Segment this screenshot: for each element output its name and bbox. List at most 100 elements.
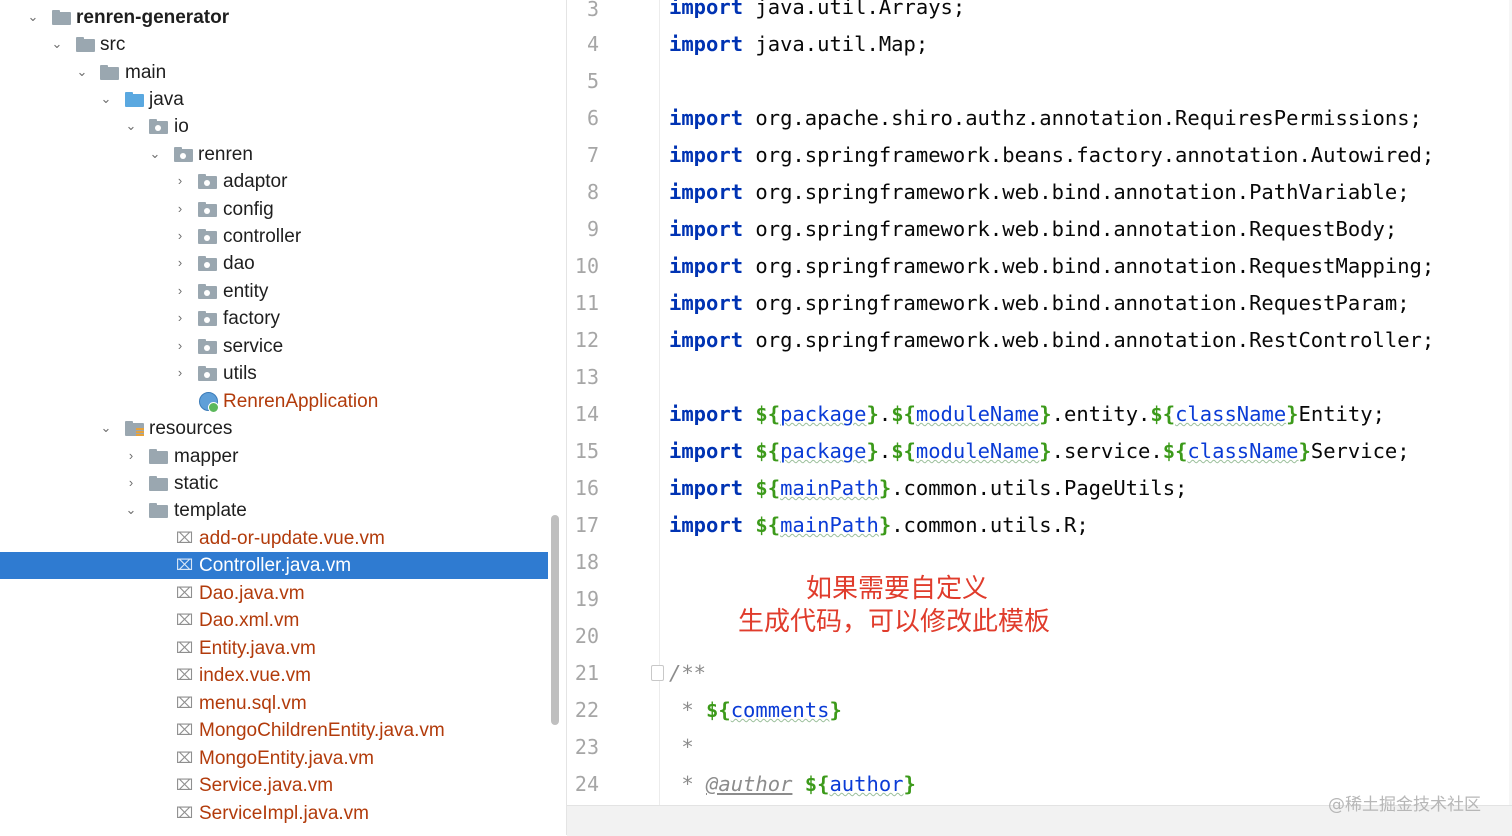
tree-label-root: renren-generator bbox=[76, 7, 230, 28]
code-line[interactable]: import ${mainPath}.common.utils.PageUtil… bbox=[669, 473, 1187, 503]
template-delimiter: ${ bbox=[706, 698, 731, 722]
code-line[interactable]: import ${package}.${moduleName}.service.… bbox=[669, 436, 1410, 466]
tree-row-file[interactable]: ⌧ MongoChildrenEntity.java.vm bbox=[0, 717, 548, 744]
tree-row-file[interactable]: ⌧ ServiceImpl.java.vm bbox=[0, 800, 548, 827]
chevron-down-icon[interactable]: ⌄ bbox=[49, 35, 65, 53]
template-delimiter: } bbox=[878, 476, 892, 500]
chevron-right-icon[interactable]: › bbox=[172, 227, 188, 245]
chevron-down-icon[interactable]: ⌄ bbox=[98, 419, 114, 437]
keyword: import bbox=[669, 439, 744, 463]
chevron-down-icon[interactable]: ⌄ bbox=[98, 90, 114, 108]
tree-row-package[interactable]: › entity bbox=[0, 278, 548, 305]
code-line-comment[interactable]: * bbox=[669, 732, 693, 762]
tree-row-src[interactable]: ⌄ src bbox=[0, 31, 548, 58]
line-number: 20 bbox=[574, 624, 599, 648]
tree-row-file[interactable]: ⌧ index.vue.vm bbox=[0, 662, 548, 689]
tree-row-file[interactable]: ⌧ Service.java.vm bbox=[0, 772, 548, 799]
tree-row-file[interactable]: ⌧ MongoEntity.java.vm bbox=[0, 745, 548, 772]
tree-scrollbar[interactable] bbox=[551, 515, 559, 725]
chevron-down-icon[interactable]: ⌄ bbox=[123, 117, 139, 135]
module-folder-icon bbox=[52, 10, 72, 25]
package-icon bbox=[198, 256, 218, 271]
code-line[interactable]: import org.springframework.web.bind.anno… bbox=[669, 177, 1410, 207]
tree-row-main[interactable]: ⌄ main bbox=[0, 59, 548, 86]
code-line[interactable]: import org.springframework.web.bind.anno… bbox=[669, 325, 1434, 355]
tree-label-java: java bbox=[149, 89, 184, 110]
tree-row-file[interactable]: ⌧ Dao.xml.vm bbox=[0, 607, 548, 634]
chevron-right-icon[interactable]: › bbox=[123, 474, 139, 492]
tree-row-package[interactable]: › service bbox=[0, 333, 548, 360]
tree-row-package[interactable]: › factory bbox=[0, 305, 548, 332]
code-line[interactable]: import java.util.Map; bbox=[669, 29, 928, 59]
line-number: 18 bbox=[574, 550, 599, 574]
code-line[interactable]: import org.apache.shiro.authz.annotation… bbox=[669, 103, 1422, 133]
tree-row-package[interactable]: › config bbox=[0, 196, 548, 223]
tree-row-root[interactable]: ⌄ renren-generator bbox=[0, 4, 548, 31]
code-line-comment[interactable]: /** bbox=[669, 658, 706, 688]
tree-row-app-class[interactable]: RenrenApplication bbox=[0, 388, 548, 415]
code-text: org.springframework.beans.factory.annota… bbox=[743, 143, 1435, 167]
chevron-right-icon[interactable]: › bbox=[123, 447, 139, 465]
tree-row-package[interactable]: › utils bbox=[0, 360, 548, 387]
chevron-down-icon[interactable]: ⌄ bbox=[123, 501, 139, 519]
tree-label-io: io bbox=[174, 116, 189, 137]
tree-row-package[interactable]: › controller bbox=[0, 223, 548, 250]
code-line[interactable]: import ${mainPath}.common.utils.R; bbox=[669, 510, 1089, 540]
chevron-right-icon[interactable]: › bbox=[172, 364, 188, 382]
tree-row-package[interactable]: › dao bbox=[0, 250, 548, 277]
project-tree: ⌄ renren-generator ⌄ src ⌄ main ⌄ java ⌄… bbox=[0, 0, 548, 835]
code-line-comment[interactable]: * ${comments} bbox=[669, 695, 841, 725]
tree-row-java[interactable]: ⌄ java bbox=[0, 86, 548, 113]
template-delimiter: ${ bbox=[891, 439, 916, 463]
code-line[interactable]: import java.util.Arrays; bbox=[669, 0, 965, 22]
chevron-right-icon[interactable]: › bbox=[172, 337, 188, 355]
keyword: import bbox=[669, 143, 744, 167]
fold-marker-icon[interactable] bbox=[651, 665, 664, 681]
chevron-down-icon[interactable]: ⌄ bbox=[74, 63, 90, 81]
code-text: org.springframework.web.bind.annotation.… bbox=[743, 254, 1435, 278]
code-text: java.util.Map; bbox=[743, 32, 929, 56]
chevron-right-icon[interactable]: › bbox=[172, 309, 188, 327]
tree-row-file[interactable]: ⌧ Entity.java.vm bbox=[0, 635, 548, 662]
tree-row-file[interactable]: ⌧ add-or-update.vue.vm bbox=[0, 525, 548, 552]
tree-row-io[interactable]: ⌄ io bbox=[0, 113, 548, 140]
chevron-right-icon[interactable]: › bbox=[172, 282, 188, 300]
code-line-comment[interactable]: * @author ${author} bbox=[669, 769, 916, 799]
velocity-template-icon: ⌧ bbox=[176, 695, 194, 712]
tree-row-static[interactable]: › static bbox=[0, 470, 548, 497]
template-delimiter: } bbox=[1286, 402, 1299, 426]
code-line[interactable]: import org.springframework.web.bind.anno… bbox=[669, 288, 1410, 318]
chevron-right-icon[interactable]: › bbox=[172, 200, 188, 218]
tree-row-file[interactable]: ⌧ Dao.java.vm bbox=[0, 580, 548, 607]
chevron-right-icon[interactable]: › bbox=[172, 172, 188, 190]
code-line[interactable]: import org.springframework.beans.factory… bbox=[669, 140, 1434, 170]
velocity-template-icon: ⌧ bbox=[176, 612, 194, 629]
line-number: 24 bbox=[574, 772, 599, 796]
template-variable: className bbox=[1175, 402, 1287, 426]
tree-row-file-selected[interactable]: ⌧ Controller.java.vm bbox=[0, 552, 548, 580]
tree-row-resources[interactable]: ⌄ resources bbox=[0, 415, 548, 442]
package-icon bbox=[198, 284, 218, 299]
code-line[interactable]: import ${package}.${moduleName}.entity.$… bbox=[669, 399, 1385, 429]
tree-row-mapper[interactable]: › mapper bbox=[0, 443, 548, 470]
velocity-template-icon: ⌧ bbox=[176, 667, 194, 684]
package-icon bbox=[198, 339, 218, 354]
tree-label-package: service bbox=[223, 336, 284, 357]
code-line[interactable]: import org.springframework.web.bind.anno… bbox=[669, 214, 1397, 244]
tree-label-file: Entity.java.vm bbox=[199, 638, 316, 659]
tree-row-package[interactable]: › adaptor bbox=[0, 168, 548, 195]
tree-row-template[interactable]: ⌄ template bbox=[0, 497, 548, 524]
line-number: 3 bbox=[586, 0, 599, 21]
chevron-down-icon[interactable]: ⌄ bbox=[147, 145, 163, 163]
line-number: 13 bbox=[574, 365, 599, 389]
line-number: 10 bbox=[574, 254, 599, 278]
template-delimiter: ${ bbox=[804, 772, 830, 796]
line-number: 23 bbox=[574, 735, 599, 759]
watermark: @稀土掘金技术社区 bbox=[1328, 795, 1481, 815]
tree-row-file[interactable]: ⌧ menu.sql.vm bbox=[0, 690, 548, 717]
chevron-right-icon[interactable]: › bbox=[172, 254, 188, 272]
code-line[interactable]: import org.springframework.web.bind.anno… bbox=[669, 251, 1434, 281]
code-text: Entity; bbox=[1298, 402, 1385, 426]
tree-row-renren[interactable]: ⌄ renren bbox=[0, 141, 548, 168]
chevron-down-icon[interactable]: ⌄ bbox=[25, 8, 41, 26]
